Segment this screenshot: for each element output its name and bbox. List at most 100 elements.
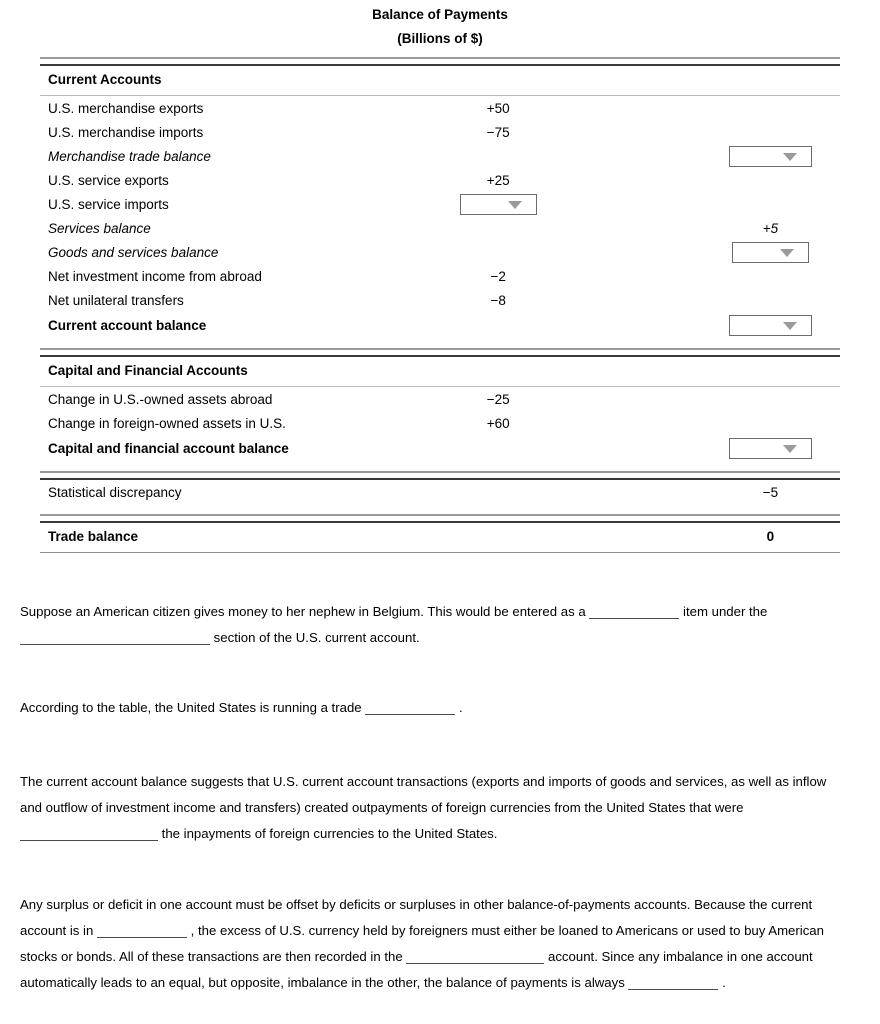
- empty-cell: [573, 411, 701, 435]
- empty-cell: [701, 65, 840, 92]
- question-1-text-d: section of the U.S. current account.: [213, 630, 420, 645]
- row-label: Goods and services balance: [48, 244, 219, 260]
- empty-cell: [424, 65, 573, 92]
- row-spacer: [40, 504, 840, 515]
- dropdown-capital-and-financial-account-balance[interactable]: [728, 437, 812, 459]
- empty-cell: [424, 479, 573, 504]
- row-value: +25: [486, 172, 510, 188]
- table-row: U.S. merchandise imports −75: [40, 120, 840, 144]
- question-3-blank-1[interactable]: [20, 825, 158, 841]
- table-title-block: Balance of Payments (Billions of $): [0, 0, 880, 51]
- empty-cell: [573, 120, 701, 144]
- question-1-text-b: item: [683, 604, 708, 619]
- table-row: Statistical discrepancy −5: [40, 479, 840, 504]
- empty-cell: [701, 288, 840, 312]
- question-4-blank-3[interactable]: [628, 974, 719, 990]
- section-divider-rule: [40, 514, 840, 523]
- row-label: U.S. service imports: [48, 196, 169, 212]
- section-divider-rule: [40, 348, 840, 357]
- empty-cell: [701, 192, 840, 216]
- section-heading-row: Current Accounts: [40, 65, 840, 92]
- current-account-balance-cell: [701, 312, 840, 338]
- section-heading-row: Capital and Financial Accounts: [40, 356, 840, 383]
- empty-cell: [573, 144, 701, 168]
- empty-cell: [424, 356, 573, 383]
- table-row: U.S. service imports: [40, 192, 840, 216]
- table-row: Net unilateral transfers −8: [40, 288, 840, 312]
- table-row: Capital and financial account balance: [40, 435, 840, 461]
- page-title: Balance of Payments: [372, 7, 508, 22]
- chevron-down-icon: [782, 322, 797, 330]
- chevron-down-icon: [507, 201, 522, 209]
- empty-cell: [573, 312, 701, 338]
- empty-cell: [424, 240, 573, 264]
- question-gap: [20, 721, 845, 769]
- empty-cell: [573, 216, 701, 240]
- table-row: Services balance +5: [40, 216, 840, 240]
- question-1-blank-1[interactable]: [589, 603, 680, 619]
- table-row: Net investment income from abroad −2: [40, 264, 840, 288]
- dropdown-us-service-imports[interactable]: [459, 193, 537, 215]
- question-gap: [20, 651, 845, 695]
- table-row: U.S. service exports +25: [40, 168, 840, 192]
- empty-cell: [701, 356, 840, 383]
- table-bottom-rule: [40, 549, 840, 553]
- chevron-down-icon: [782, 445, 797, 453]
- row-label: U.S. merchandise imports: [48, 124, 204, 140]
- empty-cell: [573, 192, 701, 216]
- row-label: Capital and financial account balance: [48, 440, 289, 456]
- row-label: Current account balance: [48, 317, 207, 333]
- questions-section: Suppose an American citizen gives money …: [20, 599, 845, 996]
- balance-of-payments-table: Current Accounts U.S. merchandise export…: [40, 57, 840, 553]
- question-2-blank-1[interactable]: [365, 699, 456, 715]
- question-1-text-c: under the: [711, 604, 768, 619]
- empty-cell: [573, 264, 701, 288]
- question-2-text-a: According to the table, the United State…: [20, 700, 362, 715]
- empty-cell: [573, 96, 701, 121]
- empty-cell: [701, 264, 840, 288]
- table-row: Change in foreign-owned assets in U.S. +…: [40, 411, 840, 435]
- questions-top-gap: [0, 553, 880, 599]
- table-row: U.S. merchandise exports +50: [40, 96, 840, 121]
- capital-financial-account-balance-cell: [701, 435, 840, 461]
- empty-cell: [573, 65, 701, 92]
- question-3: The current account balance suggests tha…: [20, 769, 845, 847]
- row-label: Change in U.S.-owned assets abroad: [48, 391, 273, 407]
- empty-cell: [573, 522, 701, 549]
- empty-cell: [573, 288, 701, 312]
- row-label: Change in foreign-owned assets in U.S.: [48, 415, 286, 431]
- dropdown-merchandise-trade-balance[interactable]: [728, 145, 812, 167]
- question-1: Suppose an American citizen gives money …: [20, 599, 845, 651]
- section-heading-capital-financial-accounts: Capital and Financial Accounts: [48, 362, 248, 378]
- table-row: Merchandise trade balance: [40, 144, 840, 168]
- dropdown-current-account-balance[interactable]: [728, 314, 812, 336]
- question-2-text-b: .: [458, 700, 463, 715]
- row-label: Services balance: [48, 220, 151, 236]
- chevron-down-icon: [779, 249, 794, 257]
- row-label: Net investment income from abroad: [48, 268, 262, 284]
- question-1-blank-2[interactable]: [20, 629, 210, 645]
- question-3-text-b: the inpayments of foreign currencies to …: [161, 826, 498, 841]
- row-spacer: [40, 461, 840, 472]
- row-value: −25: [486, 391, 510, 407]
- empty-cell: [424, 216, 573, 240]
- question-4-blank-2[interactable]: [406, 948, 545, 964]
- page-subtitle: (Billions of $): [397, 31, 483, 46]
- row-label: Statistical discrepancy: [48, 484, 182, 500]
- table-top-rule: [40, 57, 840, 66]
- dropdown-goods-and-services-balance[interactable]: [731, 241, 809, 263]
- row-label: U.S. service exports: [48, 172, 169, 188]
- section-heading-current-accounts: Current Accounts: [48, 71, 162, 87]
- section-divider-rule: [40, 471, 840, 480]
- question-4-blank-1[interactable]: [96, 922, 187, 938]
- row-value: −75: [486, 124, 510, 140]
- empty-cell: [573, 240, 701, 264]
- empty-cell: [701, 96, 840, 121]
- row-value: −8: [490, 292, 506, 308]
- empty-cell: [573, 479, 701, 504]
- row-value: +5: [762, 220, 779, 236]
- goods-and-services-balance-cell: [701, 240, 840, 264]
- row-label: Merchandise trade balance: [48, 148, 211, 164]
- empty-cell: [424, 435, 573, 461]
- row-spacer: [40, 338, 840, 349]
